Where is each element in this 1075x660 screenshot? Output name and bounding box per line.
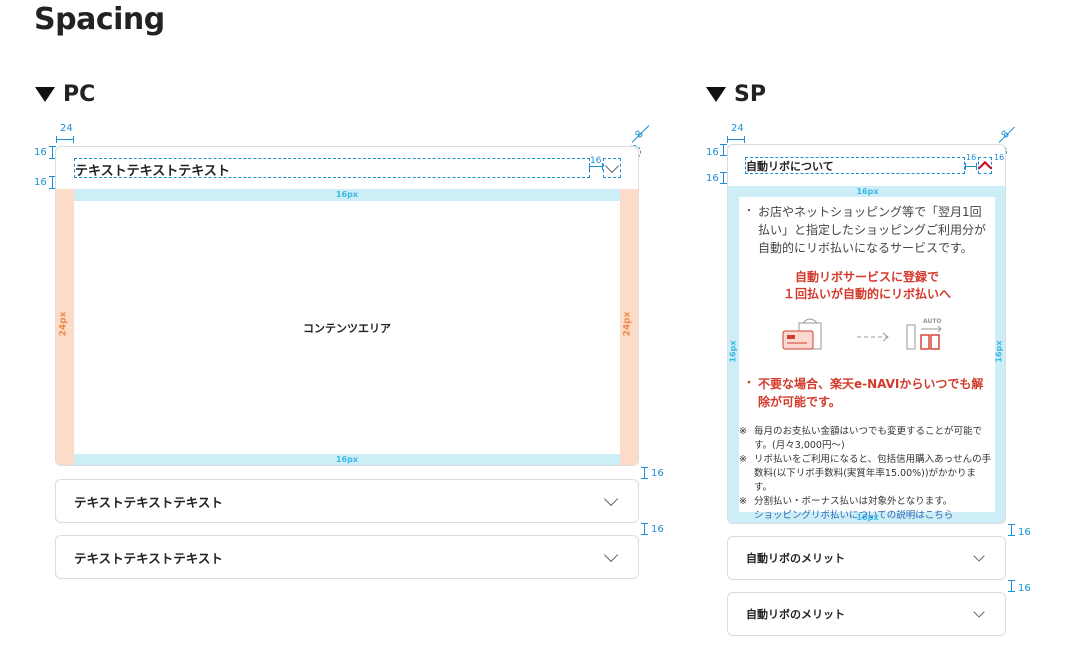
pc-dim-bottom-label: 16 bbox=[34, 177, 47, 188]
sp-highlight: 自動リボサービスに登録で １回払いが自動的にリボ払いへ bbox=[739, 269, 995, 303]
pc-gap2-bar bbox=[641, 523, 648, 535]
sp-header-right-label: 16 bbox=[994, 153, 1005, 162]
sp-heading: SP bbox=[706, 82, 766, 107]
pc-right-padding-label: 24px bbox=[622, 311, 633, 337]
sp-dim-left-bar bbox=[727, 136, 745, 143]
chevron-down-icon bbox=[603, 491, 619, 506]
pc-heading: PC bbox=[35, 82, 95, 107]
sp-illus-auto-label: AUTO bbox=[923, 318, 942, 325]
pc-header-toggle[interactable] bbox=[603, 158, 621, 178]
sp-note-3: ※ 分割払い・ボーナス払いは対象外となります。 bbox=[739, 496, 953, 507]
chevron-down-icon bbox=[973, 605, 985, 618]
sp-right-padding: 16px bbox=[994, 197, 1005, 512]
pc-accordion-2[interactable]: テキストテキストテキスト bbox=[55, 535, 639, 579]
sp-content-area: ・ お店やネットショッピング等で「翌月1回払い」と指定したショッピングご利用分が… bbox=[739, 197, 995, 521]
pc-dim-top-label: 16 bbox=[34, 147, 47, 158]
pc-dim-left-label: 24 bbox=[60, 123, 73, 134]
pc-dim-left-bar bbox=[56, 136, 74, 143]
pc-bottom-padding: 16px bbox=[74, 454, 620, 465]
sp-accordion-1-label: 自動リボのメリット bbox=[746, 552, 845, 565]
sp-highlight-line1: 自動リボサービスに登録で bbox=[794, 270, 939, 284]
sp-gap2-bar bbox=[1008, 580, 1015, 592]
triangle-down-icon bbox=[35, 87, 55, 102]
pc-accordion-1[interactable]: テキストテキストテキスト bbox=[55, 479, 639, 523]
pc-content-area: コンテンツエリア bbox=[303, 321, 391, 335]
sp-highlight-line2: １回払いが自動的にリボ払いへ bbox=[782, 287, 951, 301]
page-title: Spacing bbox=[34, 2, 165, 37]
sp-left-padding-label: 16px bbox=[728, 340, 738, 363]
sp-explanation-link[interactable]: ショッピングリボ払いについての説明はこちら bbox=[739, 509, 993, 523]
chevron-down-icon bbox=[603, 547, 619, 562]
sp-accordion-2-label: 自動リボのメリット bbox=[746, 608, 845, 621]
chevron-up-icon bbox=[977, 160, 993, 175]
triangle-down-icon bbox=[706, 87, 726, 102]
sp-header-text: 自動リボについて bbox=[746, 160, 834, 173]
sp-note-1: ※ 毎月のお支払い金額はいつでも変更することが可能です。(月々3,000円〜) bbox=[739, 426, 983, 451]
pc-gap1-label: 16 bbox=[651, 468, 664, 479]
pc-left-padding-label: 24px bbox=[58, 311, 69, 337]
sp-header-gap-label: 16 bbox=[966, 153, 977, 162]
pc-top-padding: 16px bbox=[74, 189, 620, 201]
sp-accordion-2[interactable]: 自動リボのメリット bbox=[727, 592, 1006, 636]
sp-notes: ※ 毎月のお支払い金額はいつでも変更することが可能です。(月々3,000円〜) ※… bbox=[739, 425, 993, 523]
chevron-down-icon bbox=[973, 549, 985, 562]
sp-gap2-label: 16 bbox=[1018, 583, 1031, 594]
sp-accordion-1[interactable]: 自動リボのメリット bbox=[727, 536, 1006, 580]
sp-bullet-2-text: 不要な場合、楽天e-NAVIからいつでも解除が可能です。 bbox=[758, 377, 984, 409]
chevron-down-icon bbox=[604, 158, 620, 173]
sp-bullet-1: ・ お店やネットショッピング等で「翌月1回払い」と指定したショッピングご利用分が… bbox=[744, 203, 990, 257]
sp-top-padding: 16px bbox=[728, 186, 1005, 197]
pc-accordion-2-label: テキストテキストテキスト bbox=[74, 550, 223, 566]
sp-left-padding: 16px bbox=[728, 197, 739, 512]
pc-left-padding: 24px bbox=[56, 189, 74, 465]
pc-expanded-accordion[interactable]: テキストテキストテキスト 16 24px 24px 16px 16px コンテン… bbox=[55, 146, 639, 466]
pc-heading-label: PC bbox=[63, 82, 96, 107]
sp-dim-top-label: 16 bbox=[706, 147, 719, 158]
sp-gap1-bar bbox=[1008, 524, 1015, 536]
sp-dim-top-bar bbox=[720, 144, 727, 156]
pc-header-text: テキストテキストテキスト bbox=[75, 164, 230, 179]
pc-accordion-1-label: テキストテキストテキスト bbox=[74, 494, 223, 510]
pc-right-padding: 24px bbox=[620, 189, 638, 465]
pc-gap1-bar bbox=[641, 467, 648, 479]
sp-right-padding-label: 16px bbox=[994, 340, 1004, 363]
sp-bullet-2: ・ 不要な場合、楽天e-NAVIからいつでも解除が可能です。 bbox=[744, 375, 990, 411]
sp-note-2: ※ リボ払いをご利用になると、包括信用購入あっせんの手数料(以下リボ手数料(実質年… bbox=[739, 454, 992, 493]
sp-gap1-label: 16 bbox=[1018, 527, 1031, 538]
pc-gap2-label: 16 bbox=[651, 524, 664, 535]
sp-dim-bottom-label: 16 bbox=[706, 173, 719, 184]
pc-header-gap-bar bbox=[589, 163, 603, 170]
sp-header-gap-bar bbox=[965, 163, 977, 170]
sp-dim-bottom-bar bbox=[720, 172, 727, 184]
sp-dim-left-label: 24 bbox=[731, 123, 744, 134]
sp-header-toggle[interactable] bbox=[977, 157, 993, 175]
sp-heading-label: SP bbox=[734, 82, 766, 107]
sp-bullet-1-text: お店やネットショッピング等で「翌月1回払い」と指定したショッピングご利用分が自動… bbox=[758, 205, 987, 255]
sp-expanded-accordion[interactable]: 自動リボについて 16 16 16px 16px 16px 16px ・ お店や… bbox=[727, 144, 1006, 524]
